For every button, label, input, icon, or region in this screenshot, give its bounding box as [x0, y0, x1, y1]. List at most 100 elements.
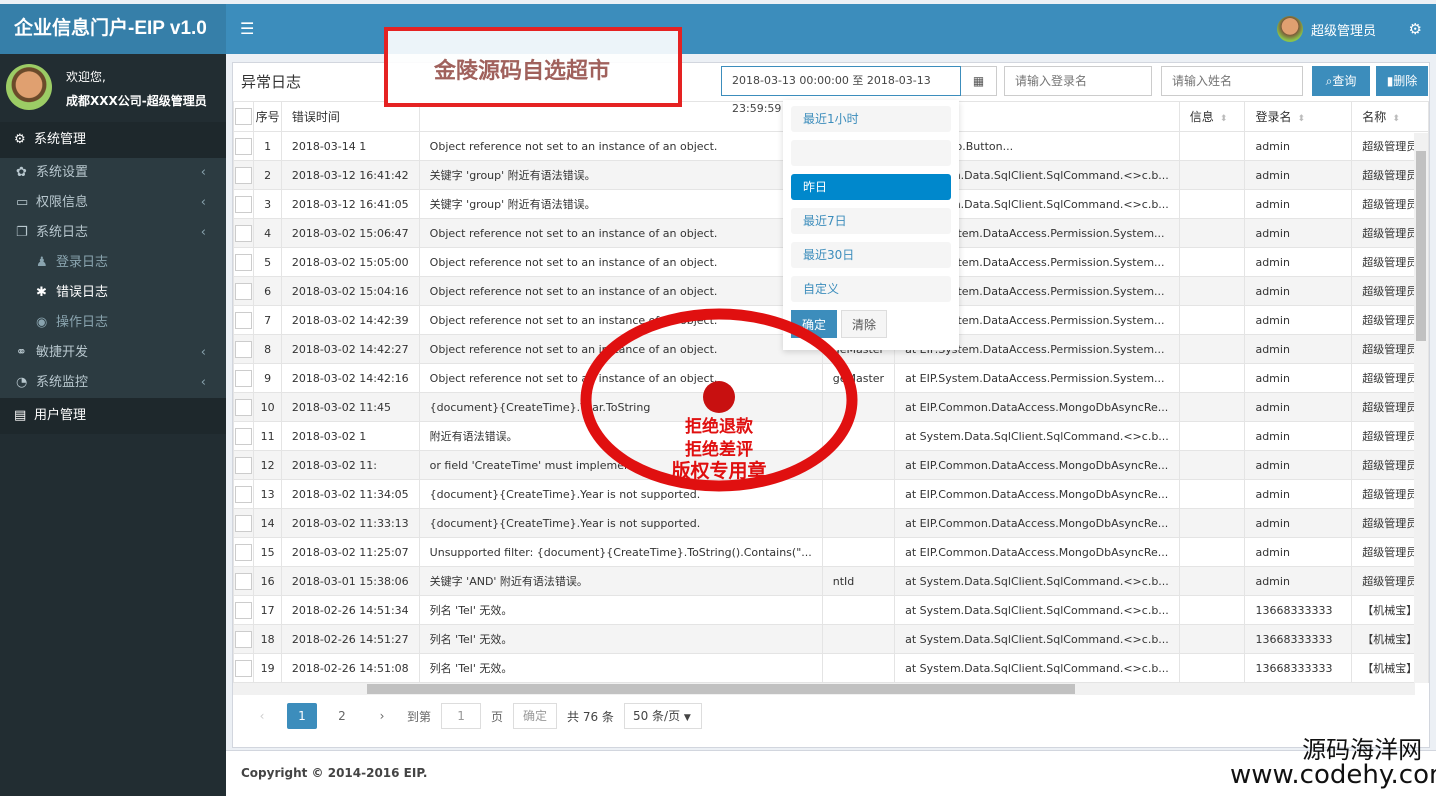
- page-1[interactable]: 1: [287, 703, 317, 729]
- row-info: [1178, 276, 1246, 306]
- sidebar-item-system-management[interactable]: ⚙ 系统管理: [0, 122, 226, 158]
- calendar-icon[interactable]: ▦: [961, 66, 997, 96]
- col-header-index[interactable]: 序号: [253, 101, 282, 132]
- range-option-last-7-days[interactable]: 最近7日: [791, 208, 951, 234]
- row-checkbox[interactable]: [232, 189, 255, 219]
- sidebar-item-agile-dev[interactable]: ⚭ 敏捷开发 ‹: [0, 338, 226, 368]
- row-info: [1178, 131, 1246, 161]
- row-checkbox[interactable]: [232, 305, 255, 335]
- col-header-login[interactable]: 登录名 ⬍: [1244, 101, 1353, 132]
- horizontal-scrollbar[interactable]: [233, 683, 1415, 695]
- delete-label: 删除: [1393, 74, 1418, 88]
- sidebar-item-system-logs[interactable]: ❐ 系统日志 ‹: [0, 218, 226, 248]
- col-header-info[interactable]: 信息 ⬍: [1178, 101, 1246, 132]
- row-checkbox[interactable]: [232, 653, 255, 683]
- row-index: 17: [253, 595, 282, 625]
- row-checkbox[interactable]: [232, 479, 255, 509]
- table-row[interactable]: 10 2018-03-02 11:45 {document}{CreateTime}…: [232, 392, 1429, 422]
- table-row[interactable]: 19 2018-02-26 14:51:08 列名 'Tel' 无效。 at Syst…: [232, 653, 1429, 683]
- range-option-2[interactable]: [791, 140, 951, 166]
- row-message: 列名 'Tel' 无效。: [418, 653, 823, 683]
- range-option-custom[interactable]: 自定义: [791, 276, 951, 302]
- copyright: Copyright © 2014-2016 EIP.: [241, 766, 428, 780]
- goto-page-input[interactable]: 1: [441, 703, 482, 729]
- row-checkbox[interactable]: [232, 160, 255, 190]
- row-login: admin: [1244, 421, 1353, 451]
- prev-page-icon[interactable]: ‹: [247, 703, 277, 729]
- row-checkbox[interactable]: [232, 276, 255, 306]
- row-checkbox[interactable]: [232, 566, 255, 596]
- row-checkbox[interactable]: [232, 392, 255, 422]
- row-message: 关键字 'AND' 附近有语法错误。: [418, 566, 823, 596]
- range-ok-button[interactable]: 确定: [791, 310, 838, 338]
- range-clear-button[interactable]: 清除: [841, 310, 888, 338]
- row-checkbox[interactable]: [232, 537, 255, 567]
- sidebar-item-label: 系统设置: [36, 165, 89, 180]
- row-stack: at EIP.Common.DataAccess.MongoDbAsyncRe.…: [894, 508, 1180, 538]
- table-row[interactable]: 14 2018-03-02 11:33:13 {document}{CreateTi…: [232, 508, 1429, 538]
- sidebar-item-user-management[interactable]: ▤ 用户管理: [0, 398, 226, 434]
- row-checkbox[interactable]: [232, 450, 255, 480]
- range-option-last-hour[interactable]: 最近1小时: [791, 106, 951, 132]
- row-time: 2018-03-02 11:45: [280, 392, 420, 422]
- page-size-select[interactable]: 50 条/页 ▼: [623, 703, 702, 729]
- sidebar-item-monitoring[interactable]: ◔ 系统监控 ‹: [0, 368, 226, 398]
- row-info: [1178, 247, 1246, 277]
- row-stack: at System.Data.SqlClient.SqlCommand.<>c.…: [894, 566, 1180, 596]
- row-info: [1178, 160, 1246, 190]
- sidebar-item-error-log[interactable]: ✱ 错误日志: [0, 278, 226, 308]
- row-checkbox[interactable]: [232, 595, 255, 625]
- user-menu[interactable]: 超级管理员: [1276, 16, 1376, 42]
- row-info: [1178, 595, 1246, 625]
- main-content: 异常日志 2018-03-13 00:00:00 至 2018-03-13 23…: [226, 54, 1436, 750]
- table-row[interactable]: 18 2018-02-26 14:51:27 列名 'Tel' 无效。 at Syst…: [232, 624, 1429, 654]
- table-row[interactable]: 13 2018-03-02 11:34:05 {document}{CreateTi…: [232, 479, 1429, 509]
- sidebar-item-label: 系统日志: [36, 225, 89, 240]
- settings-gears-icon[interactable]: ⚙: [1409, 20, 1422, 38]
- page-2[interactable]: 2: [327, 703, 357, 729]
- login-name-input[interactable]: [1004, 66, 1152, 96]
- row-checkbox[interactable]: [232, 624, 255, 654]
- row-info: [1178, 363, 1246, 393]
- sidebar-item-login-log[interactable]: ♟ 登录日志: [0, 248, 226, 278]
- col-header-name[interactable]: 名称 ⬍: [1351, 101, 1429, 132]
- header-label: 信息: [1189, 110, 1214, 124]
- vertical-scrollbar[interactable]: [1414, 133, 1428, 683]
- row-checkbox[interactable]: [232, 247, 255, 277]
- row-checkbox[interactable]: [232, 363, 255, 393]
- total-count: 共 76 条: [567, 709, 614, 724]
- range-option-last-30-days[interactable]: 最近30日: [791, 242, 951, 268]
- hamburger-menu-icon[interactable]: ☰: [240, 19, 254, 38]
- select-all-checkbox[interactable]: [232, 101, 255, 132]
- id-card-icon: ▤: [14, 408, 27, 423]
- delete-button[interactable]: ▮删除: [1376, 66, 1428, 96]
- table-row[interactable]: 17 2018-02-26 14:51:34 列名 'Tel' 无效。 at Syst…: [232, 595, 1429, 625]
- table-row[interactable]: 9 2018-03-02 14:42:16 Object reference not…: [232, 363, 1429, 393]
- name-input[interactable]: [1161, 66, 1303, 96]
- search-button[interactable]: ⌕查询: [1312, 66, 1370, 96]
- sidebar-item-system-settings[interactable]: ✿ 系统设置 ‹: [0, 158, 226, 188]
- row-checkbox[interactable]: [232, 508, 255, 538]
- row-checkbox[interactable]: [232, 131, 255, 161]
- table-row[interactable]: 12 2018-03-02 11: or field 'CreateTime' mu…: [232, 450, 1429, 480]
- row-message: Object reference not set to an instance …: [418, 276, 823, 306]
- goto-confirm-button[interactable]: 确定: [513, 703, 558, 729]
- row-col4: [821, 537, 896, 567]
- row-login: admin: [1244, 392, 1353, 422]
- row-checkbox[interactable]: [232, 218, 255, 248]
- sidebar-item-label: 登录日志: [56, 255, 109, 270]
- row-info: [1178, 421, 1246, 451]
- table-row[interactable]: 15 2018-03-02 11:25:07 Unsupported filter:…: [232, 537, 1429, 567]
- sidebar-item-operation-log[interactable]: ◉ 操作日志: [0, 308, 226, 338]
- table-row[interactable]: 11 2018-03-02 1 附近有语法错误。 at System.Data.Sql…: [232, 421, 1429, 451]
- pagination: ‹ 1 2 › 到第 1 页 确定 共 76 条 50 条/页 ▼: [247, 703, 712, 729]
- app-logo[interactable]: 企业信息门户-EIP v1.0: [0, 4, 226, 54]
- sidebar-item-permissions[interactable]: ▭ 权限信息 ‹: [0, 188, 226, 218]
- row-checkbox[interactable]: [232, 334, 255, 364]
- sidebar-item-label: 系统监控: [36, 375, 89, 390]
- range-option-yesterday[interactable]: 昨日: [791, 174, 951, 200]
- date-range-input[interactable]: 2018-03-13 00:00:00 至 2018-03-13 23:59:5…: [721, 66, 961, 115]
- table-row[interactable]: 16 2018-03-01 15:38:06 关键字 'AND' 附近有语法错误。 n…: [232, 566, 1429, 596]
- row-checkbox[interactable]: [232, 421, 255, 451]
- next-page-icon[interactable]: ›: [367, 703, 397, 729]
